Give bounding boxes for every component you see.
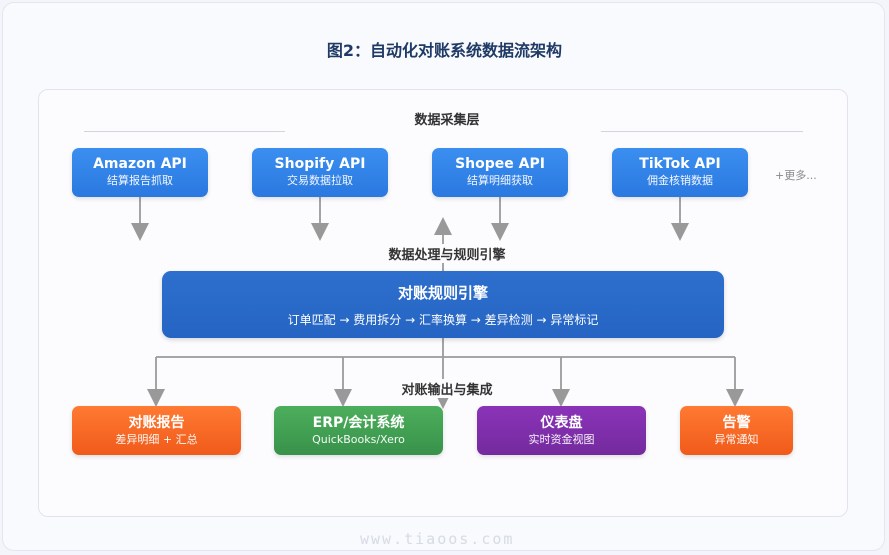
output-title: 对账报告 bbox=[128, 415, 185, 431]
more-sources-label: +更多... bbox=[775, 169, 817, 182]
output-title: 仪表盘 bbox=[540, 415, 583, 431]
source-subtitle: 结算报告抓取 bbox=[107, 174, 173, 187]
layer-output-label: 对账输出与集成 bbox=[388, 379, 506, 398]
reconciliation-rule-engine: 对账规则引擎 订单匹配 → 费用拆分 → 汇率换算 → 差异检测 → 异常标记 bbox=[162, 271, 724, 338]
output-subtitle: QuickBooks/Xero bbox=[312, 433, 405, 446]
output-erp-accounting: ERP/会计系统 QuickBooks/Xero bbox=[274, 406, 443, 455]
source-subtitle: 结算明细获取 bbox=[467, 174, 533, 187]
output-subtitle: 异常通知 bbox=[714, 433, 759, 446]
source-shopify-api: Shopify API 交易数据拉取 bbox=[252, 148, 388, 197]
source-title: TikTok API bbox=[639, 156, 721, 172]
engine-title: 对账规则引擎 bbox=[397, 284, 488, 302]
source-subtitle: 交易数据拉取 bbox=[287, 174, 353, 187]
output-subtitle: 差异明细 + 汇总 bbox=[115, 433, 198, 446]
output-title: 告警 bbox=[722, 415, 751, 431]
output-alert: 告警 异常通知 bbox=[680, 406, 793, 455]
output-subtitle: 实时资金视图 bbox=[528, 433, 595, 446]
watermark: www.tiaoos.com bbox=[360, 530, 515, 548]
engine-steps: 订单匹配 → 费用拆分 → 汇率换算 → 差异检测 → 异常标记 bbox=[287, 313, 599, 327]
source-tiktok-api: TikTok API 佣金核销数据 bbox=[612, 148, 748, 197]
layer-collection-label: 数据采集层 bbox=[392, 109, 502, 128]
source-shopee-api: Shopee API 结算明细获取 bbox=[432, 148, 568, 197]
source-title: Amazon API bbox=[93, 156, 187, 172]
divider-right bbox=[601, 131, 803, 132]
source-amazon-api: Amazon API 结算报告抓取 bbox=[72, 148, 208, 197]
output-dashboard: 仪表盘 实时资金视图 bbox=[477, 406, 646, 455]
output-title: ERP/会计系统 bbox=[312, 415, 405, 431]
layer-processing-label: 数据处理与规则引擎 bbox=[374, 244, 520, 263]
source-title: Shopify API bbox=[274, 156, 366, 172]
source-title: Shopee API bbox=[455, 156, 545, 172]
source-subtitle: 佣金核销数据 bbox=[647, 174, 713, 187]
output-reconciliation-report: 对账报告 差异明细 + 汇总 bbox=[72, 406, 241, 455]
divider-left bbox=[84, 131, 285, 132]
